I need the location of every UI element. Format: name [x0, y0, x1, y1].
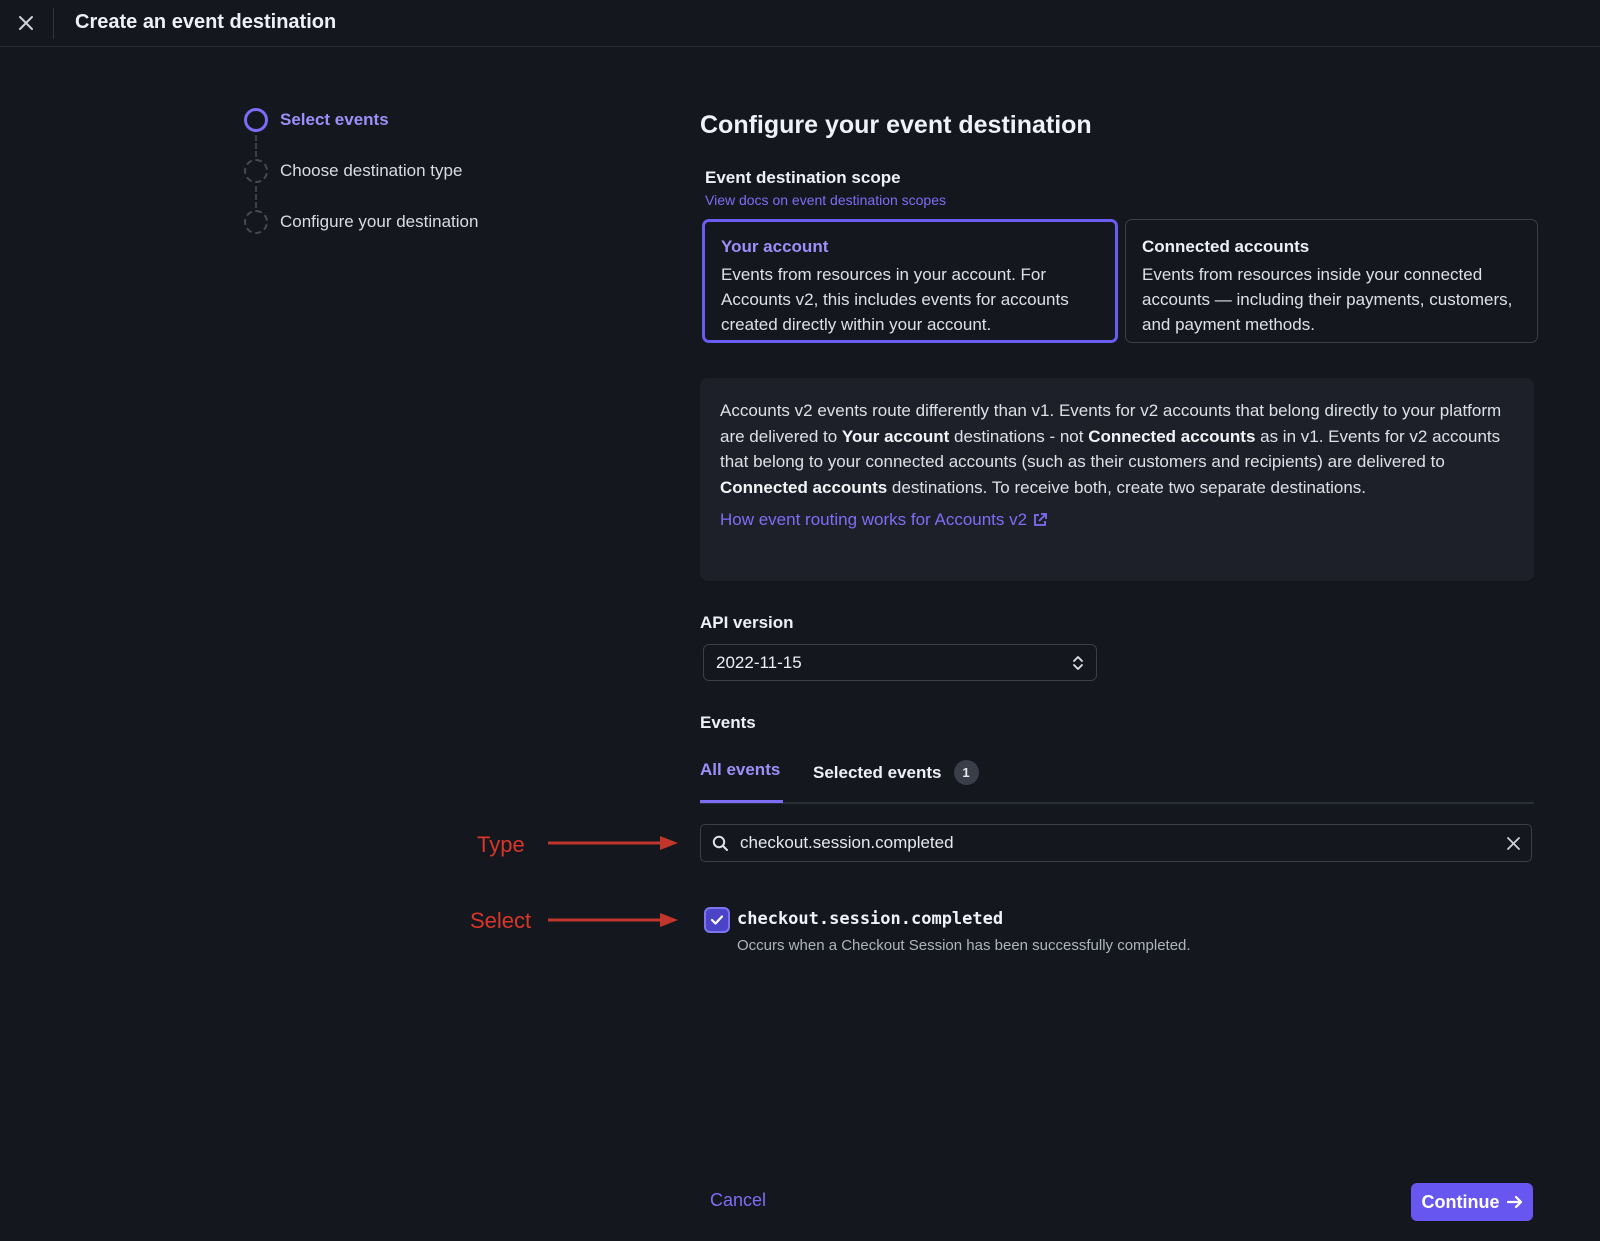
- selected-count-badge: 1: [953, 760, 979, 785]
- top-bar: Create an event destination: [0, 0, 1600, 47]
- annotation-arrow-icon: [548, 913, 678, 927]
- step-connector: [255, 135, 257, 157]
- close-button[interactable]: [12, 9, 40, 37]
- external-link-icon: [1034, 513, 1047, 526]
- arrow-right-icon: [1506, 1195, 1522, 1209]
- routing-docs-link[interactable]: How event routing works for Accounts v2: [720, 510, 1048, 530]
- checkmark-icon: [710, 915, 724, 925]
- tab-all-events[interactable]: All events: [700, 760, 780, 780]
- step-active-indicator: [244, 108, 268, 132]
- event-name: checkout.session.completed: [737, 909, 1004, 929]
- clear-search-button[interactable]: [1506, 836, 1521, 851]
- cancel-button[interactable]: Cancel: [710, 1190, 766, 1211]
- scope-option-title: Connected accounts: [1142, 237, 1310, 256]
- event-search-box: [700, 824, 1532, 862]
- event-description: Occurs when a Checkout Session has been …: [737, 937, 1191, 954]
- continue-button[interactable]: Continue: [1411, 1183, 1533, 1221]
- step-label: Configure your destination: [280, 212, 479, 231]
- api-version-select[interactable]: 2022-11-15: [703, 644, 1097, 681]
- step-select-events[interactable]: Select events: [244, 108, 389, 132]
- step-configure-destination[interactable]: Configure your destination: [244, 210, 478, 234]
- search-icon: [712, 835, 729, 852]
- routing-info-box: Accounts v2 events route differently tha…: [700, 378, 1534, 581]
- step-connector: [255, 186, 257, 208]
- annotation-arrow-icon: [548, 836, 678, 850]
- tab-selected-events[interactable]: Selected events 1: [813, 760, 979, 785]
- step-pending-indicator: [244, 210, 268, 234]
- event-checkbox[interactable]: [704, 907, 730, 933]
- step-choose-destination-type[interactable]: Choose destination type: [244, 159, 462, 183]
- close-icon: [1507, 836, 1520, 850]
- step-label: Select events: [280, 110, 389, 129]
- event-search-input[interactable]: [738, 832, 1506, 854]
- scope-option-your-account[interactable]: Your account Events from resources in yo…: [702, 219, 1118, 343]
- annotation-select-label: Select: [470, 908, 532, 933]
- routing-info-text: Accounts v2 events route differently tha…: [720, 401, 1502, 497]
- step-pending-indicator: [244, 159, 268, 183]
- close-icon: [19, 16, 33, 30]
- active-tab-indicator: [700, 800, 783, 803]
- scope-option-description: Events from resources in your account. F…: [721, 265, 1069, 334]
- scope-docs-link[interactable]: View docs on event destination scopes: [705, 192, 946, 208]
- chevron-up-down-icon: [1073, 655, 1083, 670]
- topbar-divider: [53, 8, 54, 39]
- annotation-type-label: Type: [477, 832, 525, 857]
- scope-option-connected-accounts[interactable]: Connected accounts Events from resources…: [1125, 219, 1538, 343]
- main-title: Configure your event destination: [700, 111, 1092, 139]
- api-version-label: API version: [700, 613, 794, 632]
- api-version-value: 2022-11-15: [716, 652, 802, 672]
- events-tabs: All events Selected events 1: [700, 754, 1534, 804]
- scope-option-description: Events from resources inside your connec…: [1142, 265, 1513, 334]
- page-title: Create an event destination: [75, 11, 337, 33]
- scope-option-title: Your account: [721, 237, 829, 256]
- step-label: Choose destination type: [280, 161, 463, 180]
- events-section-title: Events: [700, 713, 756, 732]
- scope-section-title: Event destination scope: [705, 168, 901, 187]
